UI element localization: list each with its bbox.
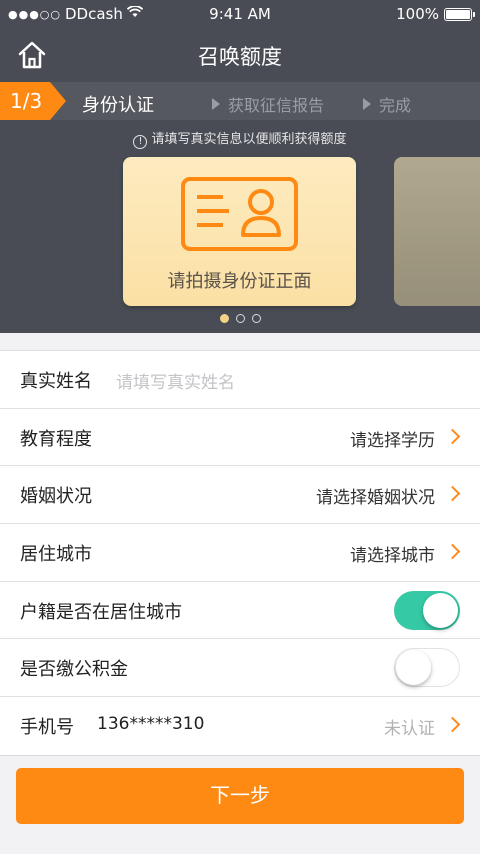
name-input[interactable]: 请填写真实姓名 (116, 368, 235, 393)
info-icon: ! (133, 135, 148, 149)
step-arrow-icon (212, 98, 220, 110)
step-arrow-icon (363, 98, 371, 110)
pager-dot-active[interactable] (219, 314, 229, 323)
hukou-label: 户籍是否在居住城市 (20, 601, 182, 623)
info-form: 真实姓名 请填写真实姓名 教育程度 请选择学历 婚姻状况 请选择婚姻状况 居住城… (0, 350, 480, 756)
step-next: 获取征信报告 (212, 92, 324, 116)
fund-row: 是否缴公积金 (0, 639, 480, 698)
battery-percent: 100% (396, 5, 439, 23)
hint-text: 请填写真实信息以便顺利获得额度 (151, 132, 347, 147)
education-value[interactable]: 请选择学历 (350, 426, 435, 451)
phone-label: 手机号 (20, 717, 74, 739)
city-label: 居住城市 (20, 544, 92, 566)
id-back-capture-card[interactable] (394, 157, 480, 306)
step-last-label: 完成 (379, 96, 412, 115)
step-counter-badge: 1/3 (0, 82, 66, 120)
education-row[interactable]: 教育程度 请选择学历 (0, 409, 480, 467)
card-label: 请拍摄身份证正面 (167, 271, 312, 292)
page-title: 召唤额度 (198, 45, 282, 69)
step-current: 身份认证 (82, 95, 154, 116)
toggle-knob (423, 592, 458, 628)
marital-row[interactable]: 婚姻状况 请选择婚姻状况 (0, 466, 480, 525)
name-label: 真实姓名 (20, 371, 92, 392)
phone-row[interactable]: 手机号 136*****310 未认证 (0, 697, 480, 755)
battery-icon (444, 7, 475, 21)
chevron-right-icon (444, 543, 461, 560)
id-front-capture-card[interactable]: 请拍摄身份证正面 (123, 157, 356, 306)
step-counter: 1/3 (10, 89, 43, 113)
info-hint: ! 请填写真实信息以便顺利获得额度 (0, 128, 480, 149)
step-next-label: 获取征信报告 (228, 96, 325, 115)
toggle-knob (396, 650, 431, 686)
marital-label: 婚姻状况 (20, 486, 92, 508)
phone-status: 未认证 (384, 719, 435, 740)
step-progress-bar: 1/3 身份认证 获取征信报告 完成 (0, 82, 480, 120)
carousel-pager (0, 314, 480, 323)
marital-value[interactable]: 请选择婚姻状况 (316, 483, 435, 508)
nav-bar: 召唤额度 (0, 28, 480, 82)
city-row[interactable]: 居住城市 请选择城市 (0, 524, 480, 582)
pager-dot[interactable] (235, 314, 245, 323)
header-region: ●●●○○ DDcash 9:41 AM 100% 召唤额度 1/3 身份认证 (0, 0, 480, 333)
chevron-right-icon (444, 486, 461, 502)
name-row[interactable]: 真实姓名 请填写真实姓名 (0, 351, 480, 409)
hukou-row: 户籍是否在居住城市 (0, 582, 480, 640)
chevron-right-icon (444, 716, 461, 733)
phone-number: 136*****310 (97, 714, 205, 735)
next-step-button[interactable]: 下一步 (16, 768, 464, 824)
status-bar: ●●●○○ DDcash 9:41 AM 100% (0, 0, 480, 28)
id-card-icon (181, 177, 298, 251)
city-value[interactable]: 请选择城市 (350, 541, 435, 566)
fund-toggle[interactable] (394, 648, 460, 688)
fund-label: 是否缴公积金 (20, 659, 128, 681)
chevron-right-icon (444, 428, 461, 444)
education-label: 教育程度 (20, 428, 92, 450)
hukou-toggle[interactable] (394, 590, 460, 630)
step-last: 完成 (363, 92, 411, 116)
pager-dot[interactable] (251, 314, 261, 323)
